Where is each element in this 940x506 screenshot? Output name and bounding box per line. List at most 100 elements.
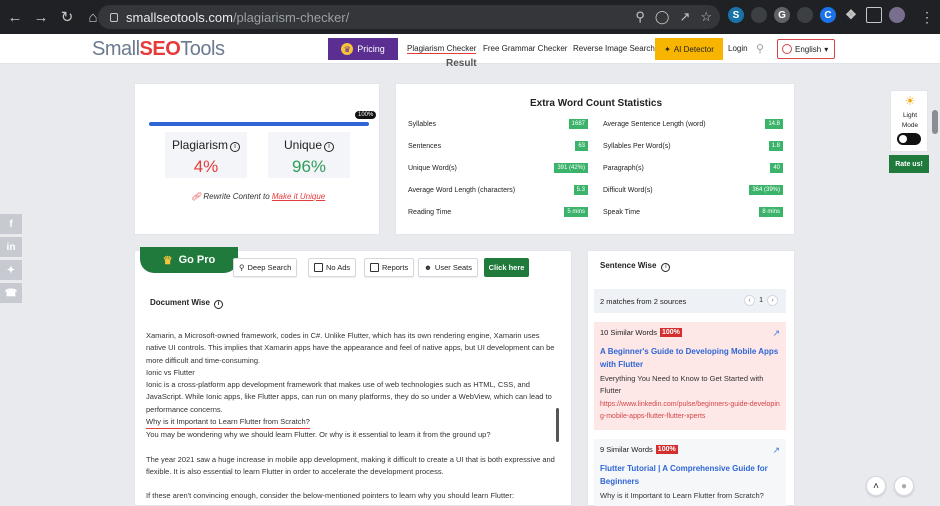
page-number: 1: [759, 297, 763, 304]
stat-value: 40: [770, 163, 783, 173]
back-icon[interactable]: ←: [4, 6, 26, 28]
document-wise-title: Document Wise i: [150, 298, 223, 309]
source-item[interactable]: 9 Similar Words 100% ↗ Flutter Tutorial |…: [594, 439, 786, 506]
stat-value: 1687: [568, 119, 588, 129]
stat-row: Syllables 1687: [408, 119, 588, 129]
eye-off-icon[interactable]: ◯: [655, 9, 670, 25]
link-icon: 🔗︎: [191, 192, 202, 201]
stat-label: Unique Word(s): [408, 164, 457, 172]
menu-icon[interactable]: ⋮: [920, 9, 934, 26]
ad-icon: [314, 263, 323, 272]
feature-user-seats: ☻ User Seats: [418, 258, 479, 277]
sentence-wise-title: Sentence Wise i: [600, 261, 671, 272]
ai-detector-button[interactable]: ✦ AI Detector: [655, 38, 723, 60]
source-title: A Beginner's Guide to Developing Mobile …: [600, 347, 779, 369]
rate-us-button[interactable]: Rate us!: [889, 155, 929, 173]
stat-label: Average Word Length (characters): [408, 186, 516, 194]
stat-value: 391 (42%): [554, 163, 588, 173]
rewrite-link[interactable]: 🔗︎ Rewrite Content to Make it Unique: [191, 192, 325, 201]
source-title: Flutter Tutorial | A Comprehensive Guide…: [600, 464, 768, 486]
puzzle-icon[interactable]: ❖: [843, 7, 859, 23]
linkedin-icon[interactable]: in: [0, 237, 22, 257]
chevron-right-icon[interactable]: ›: [767, 295, 778, 306]
match-percent: 100%: [655, 445, 678, 454]
result-heading: Result: [446, 58, 477, 69]
nav-reverse-image-search[interactable]: Reverse Image Search: [573, 44, 655, 53]
share-icon[interactable]: ↗: [679, 9, 690, 25]
document-text: Xamarin, a Microsoft-owned framework, co…: [146, 331, 555, 501]
chevron-left-icon[interactable]: ‹: [744, 295, 756, 306]
info-icon[interactable]: i: [213, 300, 223, 309]
pager: ‹ 1 ›: [744, 295, 778, 306]
language-select[interactable]: English ▾: [777, 39, 835, 59]
report-icon: [370, 263, 379, 272]
profile-avatar[interactable]: [889, 7, 905, 23]
document-scrollbar[interactable]: [556, 408, 559, 442]
stat-label: Difficult Word(s): [603, 186, 653, 194]
info-icon[interactable]: i: [324, 142, 335, 152]
stat-row: Speak Time 8 mins: [603, 207, 783, 217]
match-percent: 100%: [659, 328, 682, 337]
lock-icon: [110, 12, 118, 22]
unique-stat: Unique i 96%: [268, 132, 350, 178]
external-link-icon[interactable]: ↗: [772, 328, 780, 339]
login-link[interactable]: Login: [728, 44, 748, 53]
site-logo[interactable]: SmallSEOTools: [92, 38, 225, 61]
browser-toolbar: ← → ↻ ⌂ smallseotools.com/plagiarism-che…: [0, 0, 940, 34]
stat-row: Paragraph(s) 40: [603, 163, 783, 173]
zoom-icon[interactable]: ⚲: [635, 9, 645, 25]
nav-plagiarism-checker[interactable]: Plagiarism Checker: [407, 44, 477, 54]
search-icon[interactable]: ⚲: [756, 42, 768, 55]
stat-row: Average Sentence Length (word) 14.8: [603, 119, 783, 129]
pricing-button[interactable]: ♛ Pricing: [328, 38, 398, 60]
highlighted-sentence[interactable]: Why is it Important to Learn Flutter fro…: [146, 416, 310, 430]
stat-value: 5.3: [573, 185, 588, 195]
stat-row: Unique Word(s) 391 (42%): [408, 163, 588, 173]
info-icon[interactable]: i: [661, 263, 671, 272]
stat-label: Speak Time: [603, 208, 640, 216]
click-here-button[interactable]: Click here: [484, 258, 529, 277]
globe-icon: [782, 44, 792, 54]
sidebar-icon[interactable]: [866, 7, 882, 23]
extra-stats-title: Extra Word Count Statistics: [529, 98, 663, 109]
stat-value: 364 (39%): [749, 185, 783, 195]
forward-icon[interactable]: →: [30, 6, 52, 28]
external-link-icon[interactable]: ↗: [772, 445, 780, 456]
facebook-icon[interactable]: f: [0, 214, 22, 234]
feature-deep-search: ⚲ Deep Search: [233, 258, 298, 277]
nav-grammar-checker[interactable]: Free Grammar Checker: [483, 44, 567, 53]
scroll-top-icon[interactable]: ˄: [866, 476, 886, 496]
stat-row: Difficult Word(s) 364 (39%): [603, 185, 783, 195]
stat-row: Syllables Per Word(s) 1.8: [603, 141, 783, 151]
extension-icon[interactable]: S: [728, 7, 744, 23]
address-bar[interactable]: smallseotools.com/plagiarism-checker/ ⚲ …: [98, 5, 720, 29]
go-pro-badge[interactable]: ♛ Go Pro: [140, 247, 238, 273]
twitter-icon[interactable]: ✦: [0, 260, 22, 280]
unique-value: 96%: [291, 157, 327, 176]
extension-icon[interactable]: G: [774, 7, 790, 23]
extension-icon[interactable]: [751, 7, 767, 23]
reload-icon[interactable]: ↻: [56, 6, 78, 28]
extension-icon[interactable]: [797, 7, 813, 23]
accessibility-icon[interactable]: ●: [894, 476, 914, 496]
page-scrollbar[interactable]: [932, 110, 938, 134]
feature-reports: Reports: [364, 258, 415, 277]
crown-icon: ♛: [341, 43, 354, 55]
whatsapp-icon[interactable]: ☎: [0, 283, 22, 303]
stat-value: 63: [575, 141, 588, 151]
url-text: smallseotools.com/plagiarism-checker/: [126, 9, 350, 25]
stat-label: Average Sentence Length (word): [603, 120, 706, 128]
stat-label: Reading Time: [408, 208, 452, 216]
source-item[interactable]: 10 Similar Words 100% ↗ A Beginner's Guid…: [594, 322, 786, 430]
sun-icon: ☀: [904, 94, 916, 108]
stat-label: Sentences: [408, 142, 442, 150]
dark-mode-toggle[interactable]: [897, 133, 921, 145]
user-icon: ☻: [424, 263, 432, 272]
search-icon: ⚲: [239, 263, 245, 272]
info-icon[interactable]: i: [230, 142, 240, 152]
progress-bar: [149, 122, 369, 126]
stat-row: Sentences 63: [408, 141, 588, 151]
extension-icon[interactable]: C: [820, 7, 836, 23]
star-icon[interactable]: ☆: [700, 9, 712, 25]
stat-label: Syllables: [408, 120, 437, 128]
